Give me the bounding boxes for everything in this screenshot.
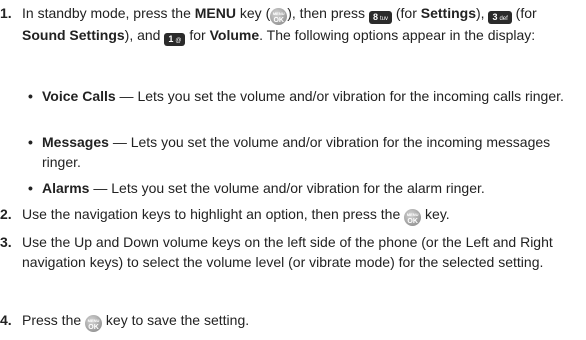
menu-ok-key-icon: MENU OK bbox=[270, 8, 288, 25]
volume-label: Volume bbox=[209, 27, 260, 43]
option-term: Alarms bbox=[42, 180, 90, 196]
step-number: 3. bbox=[0, 234, 12, 250]
bullet: • bbox=[28, 134, 33, 150]
option-term: Voice Calls bbox=[42, 88, 116, 104]
option-description: — Lets you set the volume and/or vibrati… bbox=[115, 88, 564, 104]
step-text: In standby mode, press the MENU key (MEN… bbox=[22, 5, 537, 46]
menu-ok-key-icon: MENU OK bbox=[85, 315, 103, 332]
key-8-icon: 8 tuv bbox=[368, 11, 392, 24]
step-text: Use the navigation keys to highlight an … bbox=[22, 206, 450, 226]
bullet: • bbox=[28, 180, 33, 196]
step-number: 1. bbox=[0, 5, 12, 21]
option-term: Messages bbox=[42, 134, 109, 150]
key-3-icon: 3 def bbox=[488, 11, 512, 24]
menu-key-label: MENU bbox=[194, 5, 236, 21]
option-description: — Lets you set the volume and/or vibrati… bbox=[89, 180, 485, 196]
key-1-icon: 1 @ bbox=[164, 33, 186, 46]
instruction-document: 1. In standby mode, press the MENU key (… bbox=[0, 0, 586, 340]
menu-ok-key-icon: MENU OK bbox=[404, 209, 422, 226]
bullet: • bbox=[28, 88, 33, 104]
settings-label: Settings bbox=[420, 5, 476, 21]
step-number: 2. bbox=[0, 206, 12, 222]
step-text: Use the Up and Down volume keys on the l… bbox=[22, 234, 553, 270]
sound-settings-label: Sound Settings bbox=[22, 27, 125, 43]
option-description: — Lets you set the volume and/or vibrati… bbox=[42, 134, 551, 170]
step-text: Press the MENU OK key to save the setting… bbox=[22, 312, 250, 332]
step-number: 4. bbox=[0, 312, 12, 328]
